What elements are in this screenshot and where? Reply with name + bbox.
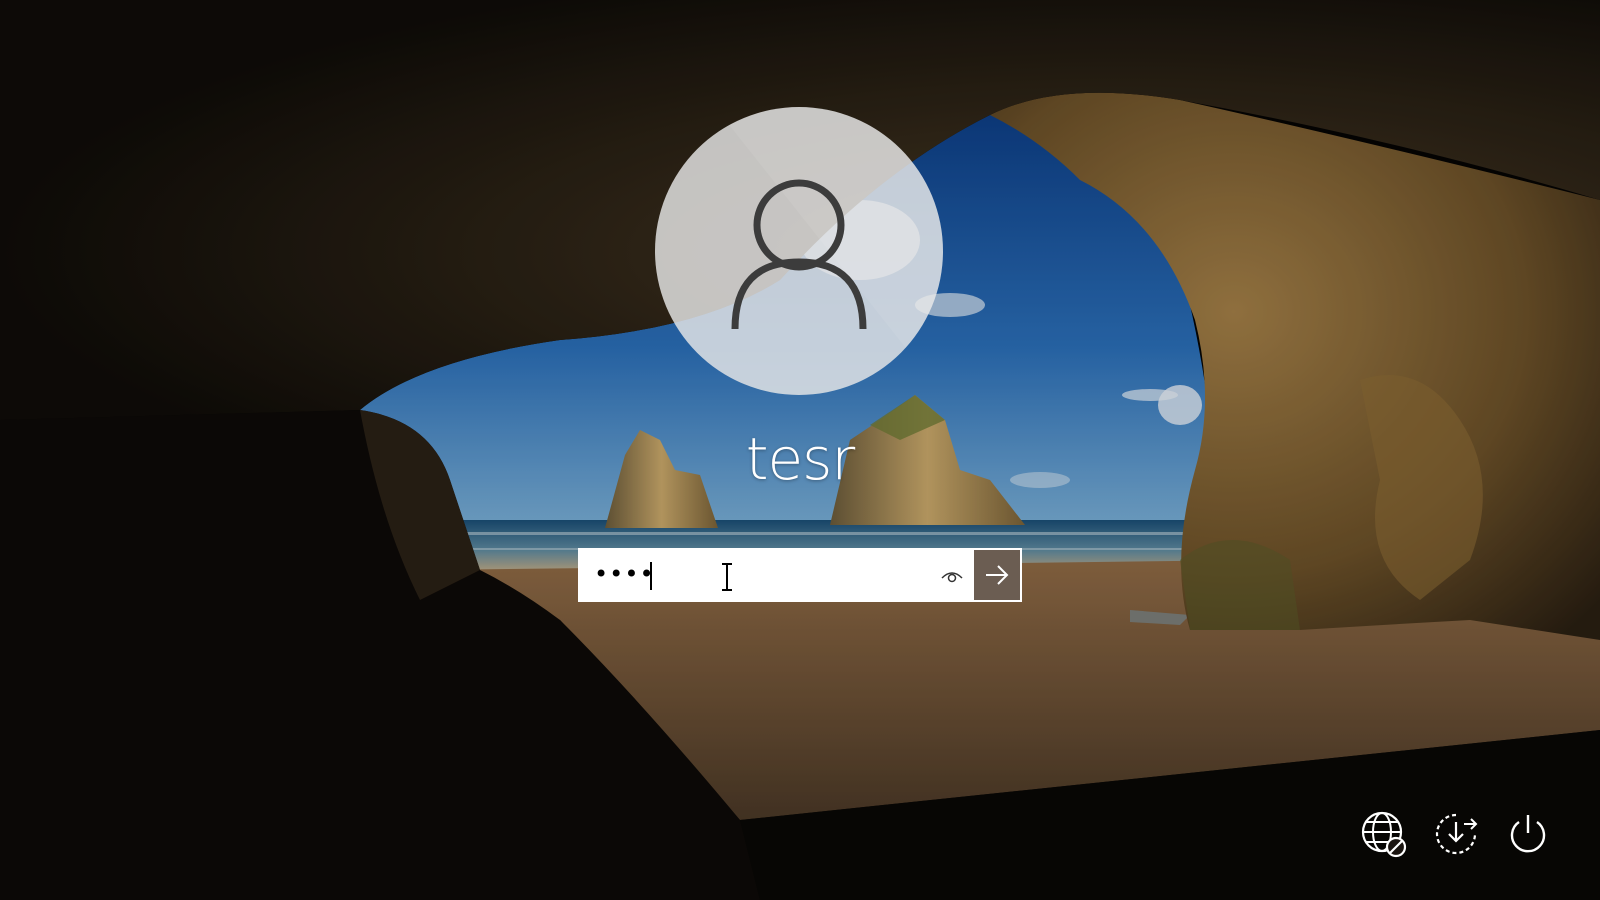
- user-silhouette-icon: [715, 107, 943, 395]
- arrow-right-icon: [986, 565, 1009, 585]
- power-button[interactable]: [1502, 808, 1554, 860]
- password-box: ••••: [578, 548, 1022, 602]
- user-avatar: [655, 107, 943, 395]
- lock-screen: tesr ••••: [0, 0, 1600, 900]
- eye-icon[interactable]: [940, 566, 964, 586]
- password-input[interactable]: ••••: [580, 550, 972, 600]
- power-icon: [1510, 815, 1546, 853]
- text-ibeam-cursor: [722, 563, 732, 591]
- network-globe-icon: [1361, 811, 1407, 858]
- submit-button[interactable]: [972, 550, 1020, 600]
- ease-of-access-button[interactable]: [1430, 808, 1482, 860]
- password-masked-value: ••••: [594, 560, 655, 588]
- username-label: tesr: [745, 425, 856, 493]
- text-caret: [650, 562, 652, 590]
- network-button[interactable]: [1358, 808, 1410, 860]
- ease-of-access-icon: [1435, 813, 1478, 855]
